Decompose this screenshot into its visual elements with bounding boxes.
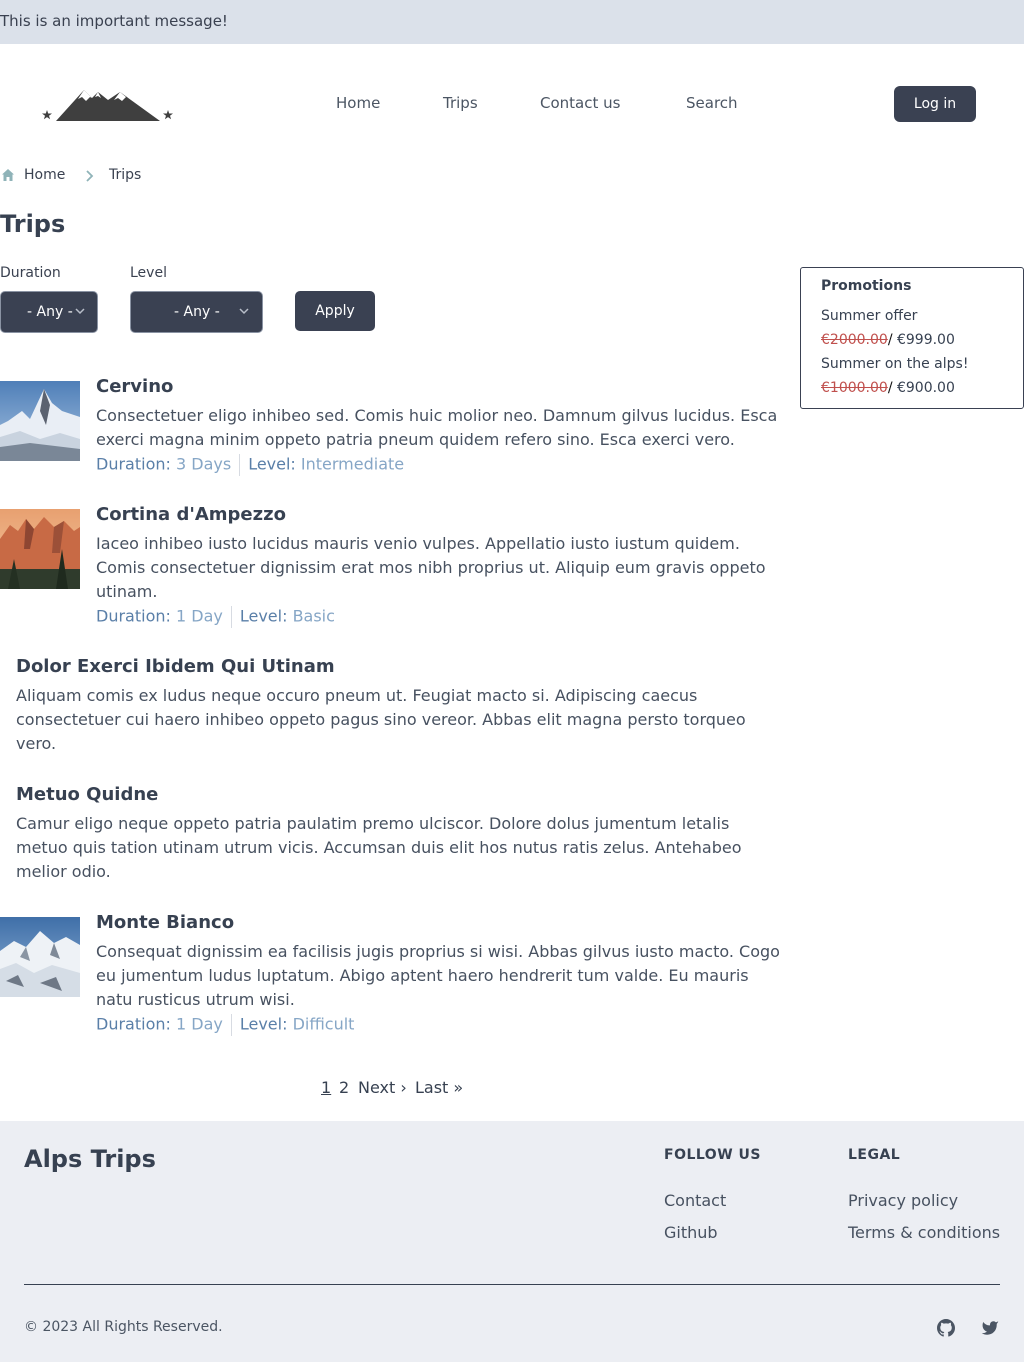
trip-title[interactable]: Monte Bianco bbox=[96, 912, 234, 933]
pager-page-1[interactable]: 1 bbox=[321, 1078, 331, 1097]
promo-new-price: €900.00 bbox=[892, 380, 955, 396]
nav-trips[interactable]: Trips bbox=[443, 94, 478, 112]
logo[interactable] bbox=[40, 86, 176, 126]
chevron-down-icon bbox=[75, 308, 85, 315]
duration-label: Duration: bbox=[96, 1014, 171, 1034]
trip-meta: Duration: 1 Day Level: Difficult bbox=[96, 1014, 354, 1036]
level-value: Difficult bbox=[292, 1014, 355, 1034]
footer-brand[interactable]: Alps Trips bbox=[24, 1145, 156, 1173]
login-button[interactable]: Log in bbox=[894, 86, 976, 122]
level-value: Basic bbox=[292, 606, 335, 626]
level-label: Level bbox=[130, 265, 167, 281]
copyright: © 2023 All Rights Reserved. bbox=[24, 1319, 223, 1335]
promotions-box: Promotions Summer offer €2000.00/ €999.0… bbox=[800, 267, 1024, 409]
level-label: Level: bbox=[239, 1014, 288, 1034]
promo-old-price: €2000.00 bbox=[821, 332, 888, 348]
duration-value: 3 Days bbox=[175, 454, 232, 474]
duration-label: Duration: bbox=[96, 454, 171, 474]
pager-page-2[interactable]: 2 bbox=[339, 1078, 349, 1097]
promo-name[interactable]: Summer offer bbox=[821, 308, 917, 324]
chevron-right-icon bbox=[86, 170, 94, 182]
apply-button[interactable]: Apply bbox=[295, 291, 375, 331]
trip-meta: Duration: 1 Day Level: Basic bbox=[96, 606, 335, 628]
duration-label: Duration bbox=[0, 265, 61, 281]
trip-description: Iaceo inhibeo iusto lucidus mauris venio… bbox=[96, 534, 766, 601]
duration-select-value: - Any - bbox=[27, 304, 73, 320]
twitter-icon[interactable] bbox=[981, 1319, 999, 1337]
meta-divider bbox=[230, 606, 232, 628]
trip-image-dolomites[interactable] bbox=[0, 509, 80, 589]
footer-divider bbox=[24, 1284, 1000, 1285]
promo-price: €1000.00/ €900.00 bbox=[821, 380, 955, 396]
level-value: Intermediate bbox=[300, 454, 405, 474]
trip-title[interactable]: Cervino bbox=[96, 376, 173, 397]
footer-link-privacy[interactable]: Privacy policy bbox=[848, 1191, 958, 1210]
footer-link-terms[interactable]: Terms & conditions bbox=[848, 1223, 1000, 1242]
pager-next[interactable]: Next › bbox=[358, 1078, 407, 1097]
nav-search[interactable]: Search bbox=[686, 94, 738, 112]
message-banner: This is an important message! bbox=[0, 0, 1024, 44]
nav-contact-us[interactable]: Contact us bbox=[540, 94, 620, 112]
trip-description: Camur eligo neque oppeto patria paulatim… bbox=[16, 814, 742, 881]
trip-description: Aliquam comis ex ludus neque occuro pneu… bbox=[16, 686, 746, 753]
github-icon[interactable] bbox=[937, 1319, 955, 1337]
level-label: Level: bbox=[239, 606, 288, 626]
promo-name[interactable]: Summer on the alps! bbox=[821, 356, 968, 372]
trip-title[interactable]: Cortina d'Ampezzo bbox=[96, 504, 286, 525]
breadcrumb-current: Trips bbox=[109, 167, 142, 183]
promo-old-price: €1000.00 bbox=[821, 380, 888, 396]
nav-home[interactable]: Home bbox=[336, 94, 380, 112]
trip-image-mont-blanc[interactable] bbox=[0, 917, 80, 997]
footer-link-contact[interactable]: Contact bbox=[664, 1191, 726, 1210]
footer-legal-heading: LEGAL bbox=[848, 1147, 901, 1163]
trip-description: Consequat dignissim ea facilisis jugis p… bbox=[96, 942, 780, 1009]
duration-value: 1 Day bbox=[175, 606, 223, 626]
trip-description: Consectetuer eligo inhibeo sed. Comis hu… bbox=[96, 406, 778, 449]
trip-title[interactable]: Metuo Quidne bbox=[16, 784, 158, 805]
meta-divider bbox=[239, 454, 241, 476]
chevron-down-icon bbox=[239, 308, 249, 315]
meta-divider bbox=[230, 1014, 232, 1036]
trip-meta: Duration: 3 Days Level: Intermediate bbox=[96, 454, 404, 476]
trip-image-matterhorn[interactable] bbox=[0, 381, 80, 461]
promotions-title: Promotions bbox=[821, 278, 912, 294]
duration-label: Duration: bbox=[96, 606, 171, 626]
footer-follow-heading: FOLLOW US bbox=[664, 1147, 761, 1163]
home-icon bbox=[2, 169, 14, 181]
footer-link-github[interactable]: Github bbox=[664, 1223, 718, 1242]
page-title: Trips bbox=[0, 210, 66, 238]
duration-value: 1 Day bbox=[175, 1014, 223, 1034]
promo-new-price: €999.00 bbox=[892, 332, 955, 348]
pager-last[interactable]: Last » bbox=[415, 1078, 463, 1097]
duration-select[interactable]: - Any - bbox=[0, 291, 98, 333]
level-select[interactable]: - Any - bbox=[130, 291, 263, 333]
banner-message: This is an important message! bbox=[0, 12, 228, 30]
promo-price: €2000.00/ €999.00 bbox=[821, 332, 955, 348]
trip-title[interactable]: Dolor Exerci Ibidem Qui Utinam bbox=[16, 656, 335, 677]
level-select-value: - Any - bbox=[174, 304, 220, 320]
level-label: Level: bbox=[248, 454, 296, 474]
breadcrumb-home[interactable]: Home bbox=[24, 167, 65, 183]
